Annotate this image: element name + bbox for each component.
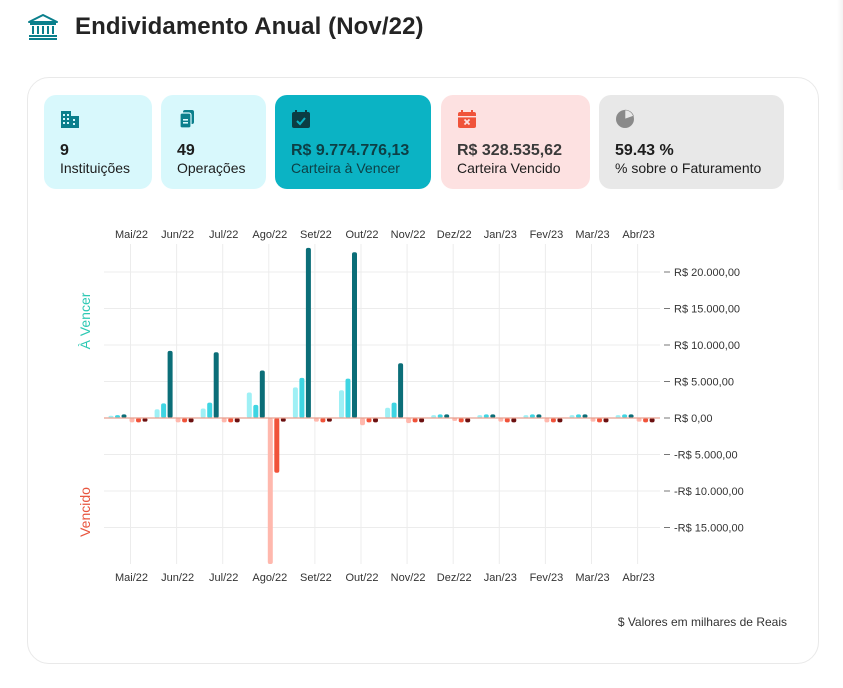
bar-a-vencer	[207, 402, 213, 418]
bar-vencido	[419, 418, 425, 423]
x-tick-label-top: Out/22	[345, 229, 378, 241]
y-tick-label: R$ 20.000,00	[674, 267, 740, 279]
bar-vencido	[412, 418, 418, 423]
bar-vencido	[597, 418, 602, 423]
bar-vencido	[129, 418, 135, 423]
bar-a-vencer	[161, 403, 167, 418]
bar-vencido	[643, 418, 649, 423]
bar-vencido	[603, 418, 609, 423]
y-tick-label: R$ 0,00	[674, 413, 713, 425]
bar-vencido	[544, 418, 550, 423]
a-vencer-axis-label: À Vencer	[77, 292, 93, 349]
x-tick-label-bottom: Out/22	[345, 572, 378, 584]
bar-a-vencer	[292, 387, 298, 418]
bar-a-vencer	[398, 363, 404, 418]
vencido-axis-label: Vencido	[77, 487, 93, 537]
bar-a-vencer	[339, 390, 344, 418]
x-tick-label-bottom: Set/22	[300, 572, 332, 584]
x-tick-label-bottom: Nov/22	[391, 572, 426, 584]
x-tick-label-top: Nov/22	[391, 229, 426, 241]
x-tick-label-bottom: Abr/23	[622, 572, 654, 584]
bar-a-vencer	[299, 377, 305, 418]
y-tick-label: R$ 5.000,00	[674, 377, 734, 389]
bar-a-vencer	[391, 402, 397, 418]
bar-vencido	[550, 418, 556, 423]
bar-a-vencer	[154, 409, 160, 418]
bar-a-vencer	[200, 408, 206, 418]
x-tick-label-top: Jan/23	[484, 229, 517, 241]
x-tick-label-top: Fev/23	[530, 229, 564, 241]
x-tick-label-bottom: Fev/23	[530, 572, 564, 584]
x-tick-label-bottom: Mar/23	[575, 572, 609, 584]
y-tick-label: -R$ 10.000,00	[674, 486, 744, 498]
bar-vencido	[465, 418, 471, 423]
bar-vencido	[175, 418, 181, 423]
bar-vencido	[234, 418, 240, 423]
bar-a-vencer	[253, 404, 259, 418]
x-tick-label-top: Mai/22	[115, 229, 148, 241]
bar-vencido	[373, 418, 378, 423]
bar-vencido	[649, 418, 655, 423]
x-tick-label-top: Mar/23	[575, 229, 609, 241]
bar-vencido	[274, 418, 280, 473]
bar-vencido	[557, 418, 563, 423]
bar-vencido	[504, 418, 510, 423]
x-tick-label-bottom: Jun/22	[161, 572, 194, 584]
bar-a-vencer	[352, 252, 357, 418]
bar-vencido	[182, 418, 188, 423]
bar-vencido	[458, 418, 464, 423]
x-tick-label-top: Jul/22	[209, 229, 238, 241]
x-tick-label-top: Abr/23	[622, 229, 654, 241]
y-tick-label: -R$ 15.000,00	[674, 523, 744, 535]
x-tick-label-bottom: Dez/22	[437, 572, 472, 584]
bar-vencido	[267, 418, 273, 564]
x-tick-label-top: Jun/22	[161, 229, 194, 241]
y-tick-label: R$ 10.000,00	[674, 340, 740, 352]
bar-vencido	[188, 418, 194, 423]
bar-vencido	[228, 418, 234, 423]
y-tick-label: R$ 15.000,00	[674, 304, 740, 316]
bar-a-vencer	[385, 407, 391, 418]
bar-a-vencer	[246, 392, 252, 418]
bar-vencido	[406, 418, 412, 424]
bar-a-vencer	[305, 247, 311, 418]
bar-vencido	[366, 418, 372, 423]
bar-vencido	[221, 418, 227, 423]
x-tick-label-top: Set/22	[300, 229, 332, 241]
x-tick-label-bottom: Ago/22	[252, 572, 287, 584]
y-tick-label: -R$ 5.000,00	[674, 450, 738, 462]
bar-vencido	[511, 418, 517, 423]
bar-a-vencer	[167, 350, 173, 418]
x-tick-label-top: Ago/22	[252, 229, 287, 241]
x-tick-label-bottom: Mai/22	[115, 572, 148, 584]
bar-vencido	[136, 418, 141, 423]
bar-a-vencer	[345, 378, 351, 418]
debt-bar-chart: R$ 20.000,00 R$ 15.000,00 R$ 10.000,00 R$ 5…	[77, 229, 744, 584]
bar-vencido	[320, 418, 326, 423]
x-tick-label-top: Dez/22	[437, 229, 472, 241]
x-tick-label-bottom: Jan/23	[484, 572, 517, 584]
bar-vencido	[360, 418, 365, 426]
bar-a-vencer	[213, 352, 219, 418]
bar-a-vencer	[259, 370, 265, 418]
x-tick-label-bottom: Jul/22	[209, 572, 238, 584]
